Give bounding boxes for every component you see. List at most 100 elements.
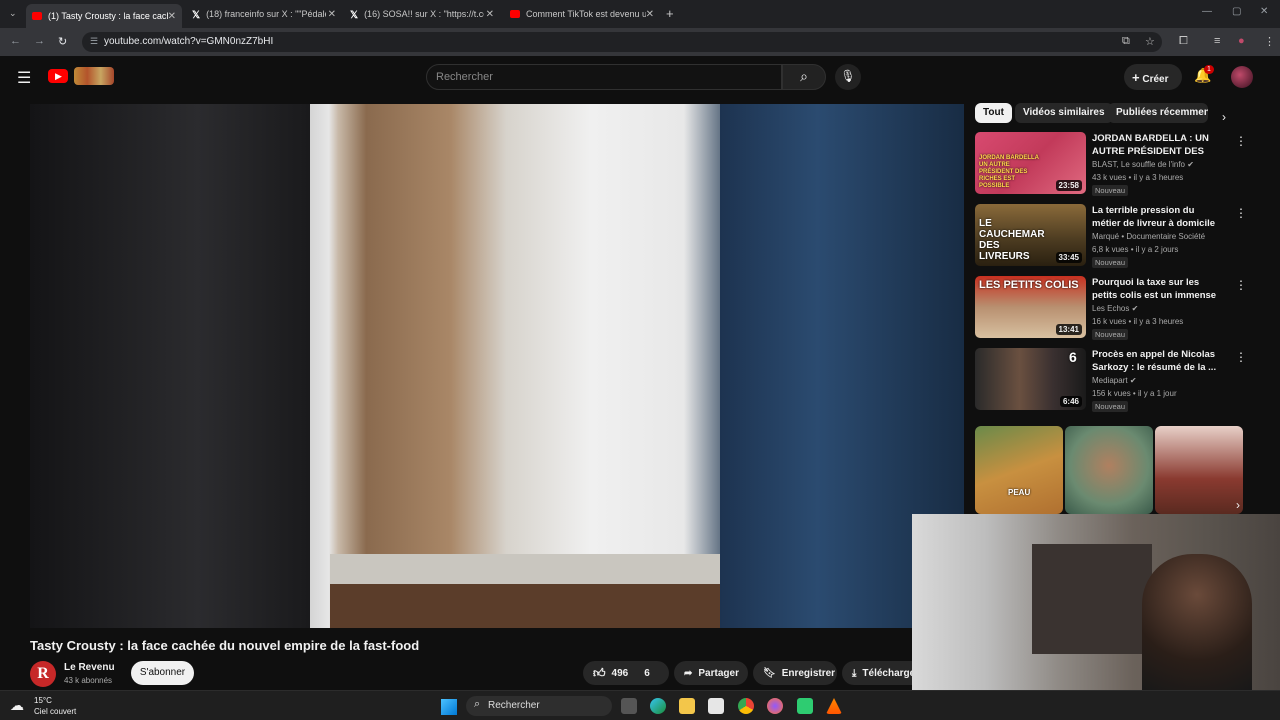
more-options-icon[interactable]: ⋮ — [1235, 134, 1247, 148]
recommendation-meta: 6,8 k vues • il y a 2 jours — [1092, 245, 1179, 254]
x-icon: 𝕏 — [350, 10, 359, 21]
new-tab-icon[interactable]: + — [666, 6, 674, 21]
notification-count-badge: 1 — [1204, 65, 1214, 74]
more-options-icon[interactable]: ⋮ — [1235, 206, 1247, 220]
taskbar-search-label: Rechercher — [488, 700, 540, 711]
url-field[interactable]: ☰ youtube.com/watch?v=GMN0nzZ7bHI — [82, 32, 1162, 52]
close-tab-icon[interactable]: ✕ — [168, 11, 176, 22]
reload-icon[interactable]: ↻ — [58, 35, 67, 48]
recommendation-channel: BLAST, Le souffle de l'info ✔ — [1092, 160, 1194, 169]
short-caption: PEAU — [1008, 488, 1031, 497]
close-tab-icon[interactable]: ✕ — [328, 9, 336, 20]
app-icon[interactable] — [797, 698, 813, 714]
edge-icon[interactable] — [650, 698, 666, 714]
video-thumbnail[interactable]: LE CAUCHEMAR DES LIVREURS 33:45 — [975, 204, 1086, 266]
bookmark-star-icon[interactable]: ☆ — [1145, 35, 1155, 48]
chip-recently-published[interactable]: Publiées récemment — [1108, 103, 1208, 123]
recommendation-title: La terrible pression du métier de livreu… — [1092, 205, 1216, 229]
like-button[interactable]: 👍︎ 496 — [593, 666, 628, 681]
video-player[interactable] — [30, 104, 964, 628]
taskbar-search-field[interactable]: ⌕ Rechercher — [466, 696, 612, 716]
tab-list-icon[interactable]: ⌄ — [9, 8, 17, 19]
chevron-right-icon[interactable]: › — [1222, 110, 1226, 124]
create-button[interactable]: + Créer — [1124, 64, 1182, 90]
comment-count[interactable]: 6 — [644, 668, 650, 679]
browser-tab-franceinfo[interactable]: 𝕏 (18) franceinfo sur X : ""Pédale ✕ — [186, 4, 342, 24]
channel-name[interactable]: Le Revenu — [64, 662, 115, 673]
webcam-person — [1142, 554, 1252, 690]
channel-label: BLAST, Le souffle de l'info — [1092, 160, 1185, 169]
file-explorer-icon[interactable] — [679, 698, 695, 714]
close-window-icon[interactable]: ✕ — [1260, 6, 1268, 17]
site-info-icon[interactable]: ☰ — [90, 36, 98, 47]
duration-badge: 13:41 — [1055, 324, 1082, 335]
close-tab-icon[interactable]: ✕ — [646, 9, 654, 20]
share-button[interactable]: ➦ Partager — [674, 661, 748, 685]
chip-similar-videos[interactable]: Vidéos similaires — [1015, 103, 1113, 123]
download-icon: ⤓ — [852, 667, 857, 679]
verified-icon: ✔ — [1129, 376, 1137, 385]
minimize-icon[interactable]: — — [1202, 6, 1212, 17]
firefox-icon[interactable] — [767, 698, 783, 714]
recommendation-item[interactable]: 6 6:46 Procès en appel de Nicolas Sarkoz… — [975, 348, 1247, 414]
browser-tab-youtube-video[interactable]: (1) Tasty Crousty : la face cachée ✕ — [26, 4, 182, 28]
user-avatar[interactable] — [1231, 66, 1253, 88]
recommendation-item[interactable]: JORDAN BARDELLA UN AUTRE PRÉSIDENT DES R… — [975, 132, 1247, 198]
recommendation-item[interactable]: LE CAUCHEMAR DES LIVREURS 33:45 La terri… — [975, 204, 1247, 270]
tab-title: Comment TikTok est devenu un — [526, 9, 646, 19]
verified-icon: ✔ — [1131, 304, 1139, 313]
chip-all[interactable]: Tout — [975, 103, 1012, 123]
doodle-logo[interactable] — [74, 67, 114, 85]
vlc-icon[interactable] — [826, 698, 842, 714]
short-thumbnail[interactable] — [1155, 426, 1243, 514]
shorts-next-icon[interactable]: › — [1236, 498, 1240, 512]
tab-title: (1) Tasty Crousty : la face cachée — [48, 11, 168, 21]
video-thumbnail[interactable]: LES PETITS COLIS 13:41 — [975, 276, 1086, 338]
tab-search-icon[interactable]: ≡ — [1214, 35, 1220, 47]
maximize-icon[interactable]: ▢ — [1232, 6, 1241, 17]
subscribe-button[interactable]: S'abonner — [131, 661, 194, 685]
video-thumbnail[interactable]: JORDAN BARDELLA UN AUTRE PRÉSIDENT DES R… — [975, 132, 1086, 194]
store-icon[interactable] — [708, 698, 724, 714]
weather-icon[interactable]: ☁ — [10, 697, 24, 714]
recommendation-meta: 156 k vues • il y a 1 jour — [1092, 389, 1177, 398]
save-button[interactable]: 🔖︎ Enregistrer — [753, 661, 837, 685]
download-button[interactable]: ⤓ Télécharger — [842, 661, 912, 685]
video-title: Tasty Crousty : la face cachée du nouvel… — [30, 638, 420, 653]
voice-search-button[interactable]: 🎙 — [835, 64, 861, 90]
webcam-overlay — [912, 514, 1280, 690]
thumbnail-text: LES PETITS COLIS — [979, 279, 1079, 291]
browser-tab-sosa[interactable]: 𝕏 (16) SOSA!! sur X : "https://t.co ✕ — [344, 4, 500, 24]
bookmark-icon: 🔖︎ — [763, 667, 776, 679]
recommendation-title: Pourquoi la taxe sur les petits colis es… — [1092, 277, 1217, 301]
close-tab-icon[interactable]: ✕ — [486, 9, 494, 20]
more-options-icon[interactable]: ⋮ — [1235, 350, 1247, 364]
create-label: Créer — [1142, 74, 1169, 85]
forward-icon[interactable]: → — [34, 35, 45, 47]
search-input[interactable]: Rechercher — [426, 64, 782, 90]
more-options-icon[interactable]: ⋮ — [1235, 278, 1247, 292]
browser-tab-tiktok[interactable]: Comment TikTok est devenu un ✕ — [504, 4, 660, 24]
new-badge: Nouveau — [1092, 329, 1129, 340]
extensions-icon[interactable]: ⧠ — [1179, 35, 1188, 48]
task-view-icon[interactable] — [621, 698, 637, 714]
back-icon[interactable]: ← — [10, 35, 21, 47]
verified-icon: ✔ — [1187, 160, 1194, 169]
channel-avatar[interactable]: R — [30, 661, 56, 687]
video-thumbnail[interactable]: 6 6:46 — [975, 348, 1086, 410]
profile-icon[interactable]: ● — [1238, 35, 1245, 47]
temperature: 15°C — [34, 696, 52, 705]
thumbnail-text: 6 — [1069, 349, 1077, 365]
recommendation-item[interactable]: LES PETITS COLIS 13:41 Pourquoi la taxe … — [975, 276, 1247, 342]
youtube-logo[interactable]: ▶ — [48, 69, 68, 83]
recommendation-channel: Les Echos ✔ — [1092, 304, 1138, 313]
hamburger-menu-icon[interactable]: ☰ — [17, 68, 31, 88]
windows-start-icon[interactable] — [441, 699, 457, 715]
search-button[interactable]: ⌕ — [782, 64, 826, 90]
short-thumbnail[interactable] — [1065, 426, 1153, 514]
browser-menu-icon[interactable]: ⋮ — [1264, 35, 1275, 48]
cast-icon[interactable]: ⧉ — [1122, 35, 1130, 48]
video-frame-left-figure — [30, 104, 310, 628]
chrome-icon[interactable] — [738, 698, 754, 714]
short-thumbnail[interactable]: PEAU — [975, 426, 1063, 514]
